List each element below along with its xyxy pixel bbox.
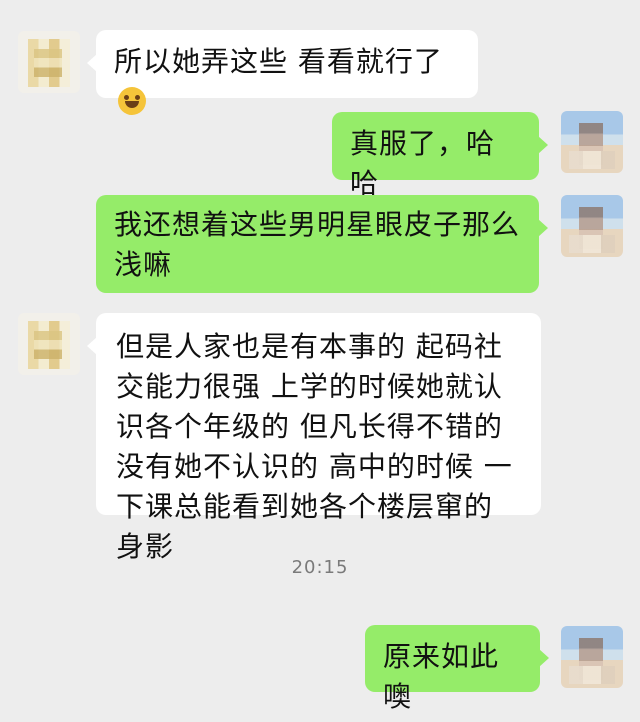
message-bubble-outgoing-3[interactable]: 原来如此噢: [365, 625, 549, 713]
message-bubble-incoming-1[interactable]: 所以她弄这些 看看就行了: [87, 30, 478, 115]
self-avatar[interactable]: [561, 195, 623, 257]
message-text: 真服了，哈哈: [350, 127, 496, 200]
laughing-emoji-icon: [118, 87, 146, 115]
avatar-blur-region: [569, 235, 615, 253]
contact-avatar[interactable]: [18, 31, 80, 93]
blurred-avatar-icon: [28, 39, 70, 87]
message-text: 原来如此噢: [383, 640, 500, 713]
message-timestamp: 20:15: [291, 557, 349, 578]
self-avatar[interactable]: [561, 626, 623, 688]
avatar-blur-region: [569, 666, 615, 684]
message-text: 但是人家也是有本事的 起码社交能力很强 上学的时候她就认识各个年级的 但凡长得不…: [116, 330, 513, 563]
avatar-blur-region: [569, 151, 615, 169]
message-bubble-outgoing-2[interactable]: 我还想着这些男明星眼皮子那么浅嘛: [96, 195, 548, 293]
message-bubble-incoming-2[interactable]: 但是人家也是有本事的 起码社交能力很强 上学的时候她就认识各个年级的 但凡长得不…: [87, 313, 541, 563]
message-text: 所以她弄这些 看看就行了: [114, 45, 443, 78]
self-avatar[interactable]: [561, 111, 623, 173]
blurred-avatar-icon: [28, 321, 70, 369]
message-text: 我还想着这些男明星眼皮子那么浅嘛: [114, 208, 521, 281]
message-bubble-outgoing-1[interactable]: 真服了，哈哈: [332, 112, 548, 200]
contact-avatar[interactable]: [18, 313, 80, 375]
